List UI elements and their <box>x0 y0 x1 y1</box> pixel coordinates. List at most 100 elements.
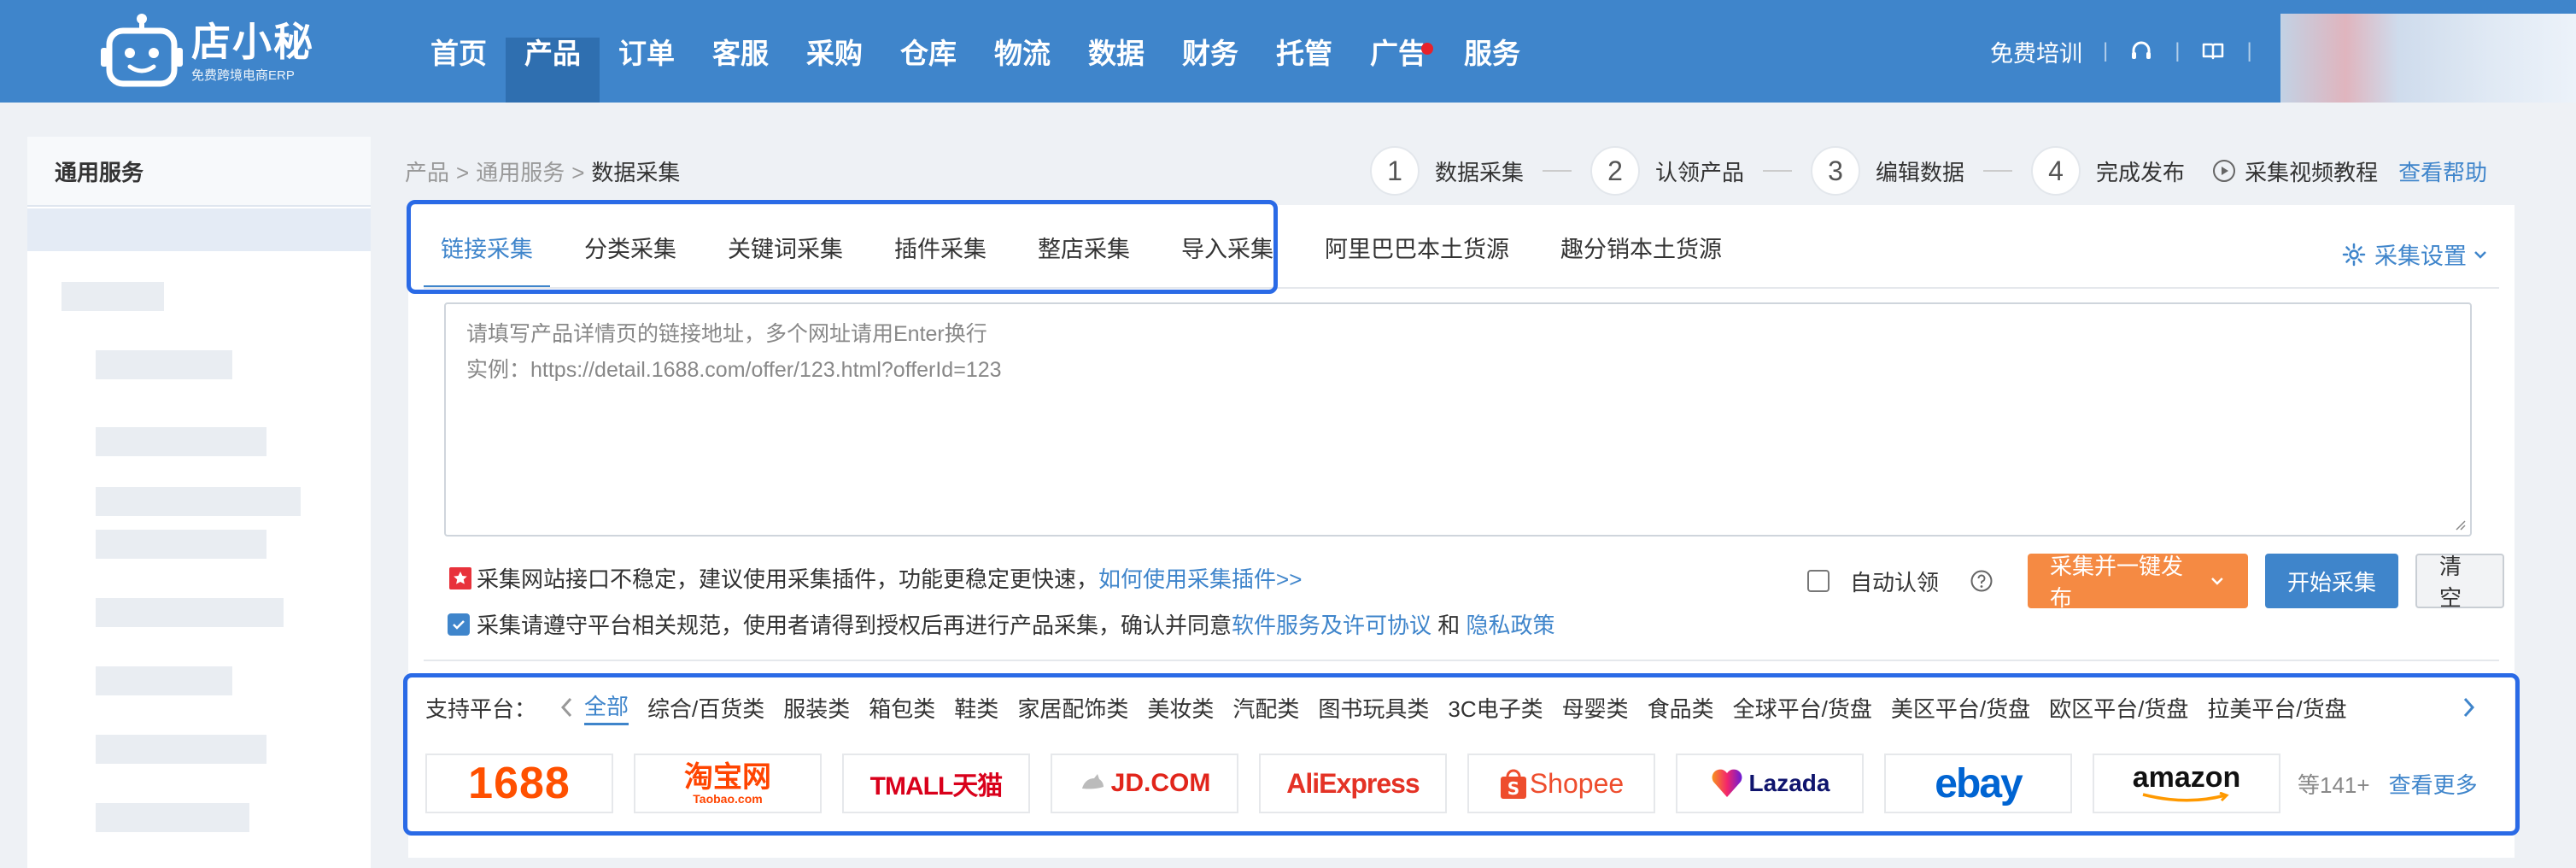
nav-orders[interactable]: 订单 <box>600 0 694 103</box>
tab-alibaba-source[interactable]: 阿里巴巴本土货源 <box>1308 205 1526 289</box>
video-tutorial-link[interactable]: 采集视频教程 <box>2212 155 2378 187</box>
how-to-use-plugin-link[interactable]: 如何使用采集插件>> <box>1098 562 1302 594</box>
tab-store-collect[interactable]: 整店采集 <box>1021 205 1147 289</box>
nav-hosting[interactable]: 托管 <box>1257 0 1351 103</box>
user-avatar-blurred[interactable] <box>2280 14 2576 103</box>
start-collect-button[interactable]: 开始采集 <box>2265 554 2399 608</box>
category-global[interactable]: 全球平台/货盘 <box>1733 692 1872 724</box>
category-all[interactable]: 全部 <box>584 689 629 725</box>
sidebar-item-blurred[interactable] <box>96 530 266 559</box>
url-input-textarea[interactable]: 请填写产品详情页的链接地址，多个网址请用Enter换行 实例：https://d… <box>444 302 2472 537</box>
top-right-tools: 免费培训 | | | <box>1990 0 2273 103</box>
sidebar-item-blurred[interactable] <box>61 282 164 311</box>
notification-dot <box>1421 43 1433 55</box>
sidebar-item-blurred[interactable] <box>27 208 371 251</box>
free-training-link[interactable]: 免费培训 <box>1990 35 2082 68</box>
category-food[interactable]: 食品类 <box>1648 692 1714 724</box>
category-eu[interactable]: 欧区平台/货盘 <box>2049 692 2188 724</box>
logo-amazon[interactable]: amazon <box>2093 754 2280 813</box>
step-2-label: 认领产品 <box>1655 159 1745 185</box>
help-link[interactable]: 查看帮助 <box>2398 155 2487 187</box>
nav-warehouse[interactable]: 仓库 <box>881 0 975 103</box>
breadcrumb-general-services[interactable]: 通用服务 <box>476 160 565 185</box>
chevron-down-icon <box>2474 250 2486 259</box>
category-books-toys[interactable]: 图书玩具类 <box>1318 692 1429 724</box>
collect-and-publish-button[interactable]: 采集并一键发布 <box>2028 554 2249 611</box>
brand-logo[interactable]: 店小秘 免费跨境电商ERP <box>101 12 323 91</box>
video-tutorial-label: 采集视频教程 <box>2245 159 2379 185</box>
privacy-policy-link[interactable]: 隐私政策 <box>1466 608 1554 640</box>
sidebar-item-blurred[interactable] <box>96 598 284 627</box>
plugin-hint-text: 采集网站接口不稳定，建议使用采集插件，功能更稳定更快速， <box>477 566 1099 592</box>
resize-grip-icon[interactable] <box>2451 516 2467 531</box>
play-circle-icon <box>2213 160 2236 182</box>
logo-taobao[interactable]: 淘宝网 Taobao.com <box>634 754 822 813</box>
headset-icon[interactable] <box>2128 38 2154 64</box>
logo-shopee[interactable]: S Shopee <box>1467 754 1655 813</box>
category-home[interactable]: 家居配饰类 <box>1017 692 1128 724</box>
category-latam[interactable]: 拉美平台/货盘 <box>2207 692 2346 724</box>
sidebar-item-blurred[interactable] <box>96 487 301 516</box>
auto-claim-box[interactable] <box>1807 570 1830 592</box>
nav-ads[interactable]: 广告 <box>1351 0 1445 103</box>
tab-link-collect[interactable]: 链接采集 <box>424 205 550 289</box>
category-general[interactable]: 综合/百货类 <box>647 692 764 724</box>
nav-data[interactable]: 数据 <box>1069 0 1163 103</box>
auto-claim-checkbox[interactable]: 自动认领 <box>1807 566 1939 597</box>
sidebar-item-blurred[interactable] <box>96 427 266 456</box>
nav-logistics[interactable]: 物流 <box>975 0 1069 103</box>
sidebar-item-blurred[interactable] <box>96 735 266 764</box>
sidebar-item-blurred[interactable] <box>96 803 249 832</box>
tab-qufenxiao-source[interactable]: 趣分销本土货源 <box>1543 205 1739 289</box>
category-bags[interactable]: 箱包类 <box>869 692 935 724</box>
logo-tmall[interactable]: TMALL天猫 <box>842 754 1030 813</box>
chevron-down-icon <box>2211 578 2223 585</box>
category-shoes[interactable]: 鞋类 <box>954 692 998 724</box>
sidebar-item-blurred[interactable] <box>96 666 232 695</box>
step-connector <box>1763 170 1793 172</box>
license-agreement-link[interactable]: 软件服务及许可协议 <box>1232 608 1431 640</box>
nav-services[interactable]: 服务 <box>1445 0 1539 103</box>
nav-customer-service[interactable]: 客服 <box>694 0 787 103</box>
logo-lazada[interactable]: Lazada <box>1676 754 1864 813</box>
step-1-label: 数据采集 <box>1435 159 1525 185</box>
agreement-and: 和 <box>1431 613 1467 638</box>
sidebar-title[interactable]: 通用服务 <box>27 137 371 207</box>
logo-jd[interactable]: JD.COM <box>1051 754 1238 813</box>
step-3-number: 3 <box>1811 146 1861 196</box>
plugin-hint-row: 采集网站接口不稳定，建议使用采集插件，功能更稳定更快速， 如何使用采集插件>> <box>448 562 1302 594</box>
jd-dog-icon <box>1081 774 1104 789</box>
chevron-right-icon[interactable] <box>2451 690 2485 724</box>
logo-ebay[interactable]: ebay <box>1884 754 2072 813</box>
category-us[interactable]: 美区平台/货盘 <box>1891 692 2030 724</box>
tab-keyword-collect[interactable]: 关键词采集 <box>711 205 860 289</box>
book-icon[interactable] <box>2200 38 2226 64</box>
agreement-checkbox[interactable] <box>448 613 470 636</box>
nav-finance[interactable]: 财务 <box>1163 0 1257 103</box>
nav-products[interactable]: 产品 <box>506 0 600 103</box>
tab-import-collect[interactable]: 导入采集 <box>1164 205 1291 289</box>
category-auto-parts[interactable]: 汽配类 <box>1232 692 1299 724</box>
category-3c[interactable]: 3C电子类 <box>1448 692 1543 724</box>
amazon-smile-icon <box>2142 792 2229 802</box>
breadcrumb: 产品 > 通用服务 > 数据采集 <box>405 155 680 187</box>
view-more-link[interactable]: 查看更多 <box>2389 768 2478 800</box>
question-circle-icon[interactable] <box>1970 569 1993 593</box>
category-clothing[interactable]: 服装类 <box>783 692 850 724</box>
nav-purchase[interactable]: 采购 <box>787 0 881 103</box>
nav-home[interactable]: 首页 <box>412 0 506 103</box>
logo-1688[interactable]: 1688 <box>425 754 613 813</box>
category-beauty[interactable]: 美妆类 <box>1147 692 1214 724</box>
logo-aliexpress[interactable]: AliExpress <box>1259 754 1447 813</box>
breadcrumb-products[interactable]: 产品 <box>405 160 449 185</box>
tab-plugin-collect[interactable]: 插件采集 <box>877 205 1004 289</box>
separator: | <box>2246 39 2252 62</box>
chevron-left-icon[interactable] <box>550 690 584 724</box>
clear-button[interactable]: 清空 <box>2415 554 2505 611</box>
category-baby[interactable]: 母婴类 <box>1562 692 1629 724</box>
tab-category-collect[interactable]: 分类采集 <box>567 205 694 289</box>
collect-settings-dropdown[interactable]: 采集设置 <box>2342 238 2489 271</box>
check-icon <box>453 619 465 630</box>
separator: | <box>2175 39 2181 62</box>
sidebar-item-blurred[interactable] <box>96 350 232 379</box>
